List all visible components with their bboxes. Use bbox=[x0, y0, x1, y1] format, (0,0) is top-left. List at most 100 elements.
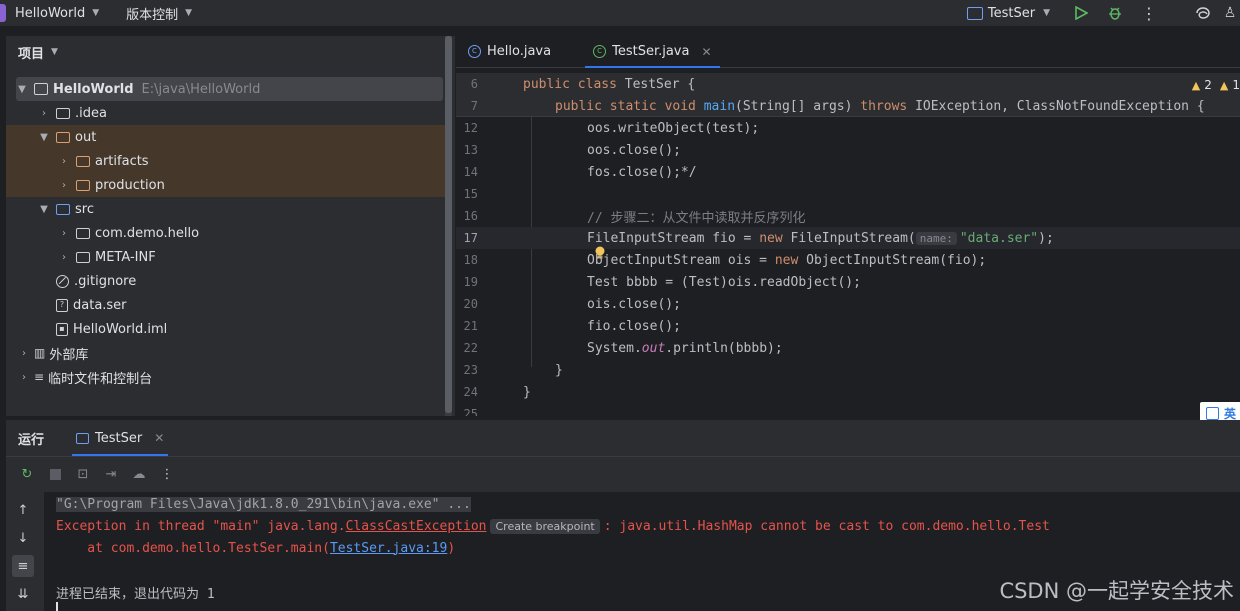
tree-item-scratches[interactable]: › ≡ 临时文件和控制台 bbox=[6, 365, 446, 389]
close-icon[interactable]: ✕ bbox=[701, 45, 711, 59]
tab-label: TestSer.java bbox=[612, 44, 690, 59]
run-button[interactable] bbox=[1064, 6, 1098, 20]
java-runnable-class-icon: C bbox=[593, 45, 607, 58]
run-tab-testser[interactable]: TestSer ✕ bbox=[72, 420, 169, 456]
chevron-down-icon[interactable]: ▼ bbox=[38, 204, 50, 215]
unknown-file-icon: ? bbox=[56, 298, 68, 312]
chevron-right-icon[interactable]: › bbox=[58, 156, 70, 167]
inspection-summary[interactable]: ▲ 2 ▲ 1 bbox=[1192, 78, 1240, 92]
tree-item-package[interactable]: › com.demo.hello bbox=[6, 221, 446, 245]
exit-icon[interactable]: ⇥ bbox=[102, 466, 120, 484]
arrow-down-icon[interactable]: ↓ bbox=[12, 527, 34, 549]
tree-item-label: HelloWorld bbox=[53, 81, 134, 97]
code-text: public static void main(String[] args) t… bbox=[555, 98, 1205, 114]
more-actions-button[interactable]: ⋮ bbox=[1132, 4, 1166, 23]
code-line-current: 17 FileInputStream fio = new FileInputSt… bbox=[456, 227, 1240, 259]
tree-item-helloworld[interactable]: ▼ HelloWorld E:\java\HelloWorld bbox=[16, 77, 443, 101]
scroll-to-end-icon[interactable]: ⇊ bbox=[12, 583, 34, 605]
chevron-right-icon[interactable]: › bbox=[38, 108, 50, 119]
tab-testser-java[interactable]: C TestSer.java ✕ bbox=[579, 36, 725, 68]
code-line: 21 fio.close(); bbox=[456, 315, 1240, 337]
translate-widget-label: 英 bbox=[1224, 406, 1237, 421]
stacktrace-link[interactable]: TestSer.java:19 bbox=[330, 541, 447, 556]
ai-assistant-button[interactable] bbox=[1186, 5, 1220, 21]
chevron-right-icon[interactable]: › bbox=[58, 228, 70, 239]
project-scrollbar[interactable] bbox=[445, 36, 452, 416]
title-bar: HelloWorld ▼ 版本控制 ▼ TestSer ▼ ⋮ ♙ bbox=[0, 0, 1240, 26]
code-comment: // 步骤二：从文件中读取并反序列化 bbox=[587, 210, 806, 226]
run-config-selector[interactable]: TestSer ▼ bbox=[966, 6, 1050, 21]
tree-item-path: E:\java\HelloWorld bbox=[141, 81, 261, 97]
chevron-down-icon[interactable]: ▼ bbox=[16, 84, 28, 95]
arrow-up-icon[interactable]: ↑ bbox=[12, 499, 34, 521]
tree-item-out[interactable]: ▼ out bbox=[6, 125, 446, 149]
lightbulb-icon[interactable] bbox=[531, 231, 605, 259]
project-tool-window: 项目 ▼ ▼ HelloWorld E:\java\HelloWorld › .… bbox=[6, 36, 455, 416]
project-view-selector[interactable]: 项目 ▼ bbox=[6, 36, 455, 68]
tree-item-src[interactable]: ▼ src bbox=[6, 197, 446, 221]
console-cursor bbox=[56, 602, 58, 611]
tree-item-artifacts[interactable]: › artifacts bbox=[6, 149, 446, 173]
editor-tabs: C Hello.java C TestSer.java ✕ bbox=[456, 36, 1240, 68]
chevron-right-icon[interactable]: › bbox=[18, 372, 30, 383]
line-number: 19 bbox=[463, 275, 478, 289]
tree-item-label: data.ser bbox=[73, 297, 127, 313]
tree-item-label: 外部库 bbox=[49, 347, 89, 363]
code-line: 16 // 步骤二：从文件中读取并反序列化 bbox=[456, 205, 1240, 227]
vcs-menu[interactable]: 版本控制 ▼ bbox=[126, 4, 192, 23]
chevron-down-icon: ▼ bbox=[185, 8, 193, 18]
chevron-right-icon[interactable]: › bbox=[18, 348, 30, 359]
project-switcher[interactable]: HelloWorld ▼ bbox=[0, 4, 99, 22]
cloud-icon[interactable]: ☁ bbox=[130, 466, 148, 484]
scrollbar-thumb[interactable] bbox=[445, 36, 452, 413]
more-vertical-icon[interactable]: ⋮ bbox=[158, 466, 176, 484]
edit-check-icon bbox=[1206, 406, 1219, 420]
run-config-icon bbox=[76, 432, 90, 444]
line-number: 24 bbox=[463, 385, 478, 399]
tree-item-label: production bbox=[95, 177, 165, 193]
swirl-icon bbox=[1196, 7, 1210, 19]
rerun-icon[interactable]: ↻ bbox=[18, 466, 36, 484]
vcs-menu-label: 版本控制 bbox=[126, 7, 179, 23]
close-icon[interactable]: ✕ bbox=[154, 431, 164, 445]
tree-item-production[interactable]: › production bbox=[6, 173, 446, 197]
create-breakpoint-button[interactable]: Create breakpoint bbox=[490, 518, 600, 534]
code-text: } bbox=[523, 384, 531, 400]
code-text: FileInputStream fio = new FileInputStrea… bbox=[587, 230, 1054, 246]
tree-item-meta-inf[interactable]: › META-INF bbox=[6, 245, 446, 269]
scratch-icon: ≡ bbox=[34, 370, 45, 384]
chevron-right-icon[interactable]: › bbox=[58, 252, 70, 263]
console-command[interactable]: "G:\Program Files\Java\jdk1.8.0_291\bin\… bbox=[56, 496, 471, 512]
code-line: 22 System.out.println(bbbb); bbox=[456, 337, 1240, 359]
tab-hello-java[interactable]: C Hello.java bbox=[456, 36, 579, 68]
chevron-down-icon: ▼ bbox=[1043, 8, 1050, 18]
code-area[interactable]: 6 public class TestSer { 7 public static… bbox=[456, 69, 1240, 416]
weak-warning-count: 1 bbox=[1232, 78, 1240, 92]
console-output[interactable]: "G:\Program Files\Java\jdk1.8.0_291\bin\… bbox=[44, 492, 1240, 611]
stop-icon[interactable] bbox=[46, 466, 64, 484]
chevron-right-icon[interactable]: › bbox=[58, 180, 70, 191]
tree-item-external-libraries[interactable]: › ▥ 外部库 bbox=[6, 341, 446, 365]
camera-icon[interactable]: ⊡ bbox=[74, 466, 92, 484]
soft-wrap-icon[interactable]: ≡ bbox=[12, 555, 34, 577]
package-icon bbox=[76, 227, 90, 239]
add-user-button[interactable]: ♙ bbox=[1220, 5, 1240, 21]
line-number: 20 bbox=[463, 297, 478, 311]
tree-item-label: src bbox=[75, 201, 94, 217]
run-icon bbox=[1075, 6, 1088, 20]
code-line: 14 fos.close();*/ bbox=[456, 161, 1240, 183]
code-text: ois.close(); bbox=[587, 296, 681, 312]
console-line: 进程已结束，退出代码为 1 bbox=[56, 581, 215, 603]
folder-icon bbox=[56, 107, 70, 119]
tree-item-idea[interactable]: › .idea bbox=[6, 101, 446, 125]
debug-button[interactable] bbox=[1098, 5, 1132, 21]
chevron-down-icon[interactable]: ▼ bbox=[38, 132, 50, 143]
debug-icon bbox=[1109, 7, 1121, 20]
exception-link[interactable]: ClassCastException bbox=[346, 519, 487, 534]
code-text: oos.close(); bbox=[587, 142, 681, 158]
tree-item-iml[interactable]: ▪ HelloWorld.iml bbox=[6, 317, 446, 341]
tree-item-data-ser[interactable]: ? data.ser bbox=[6, 293, 446, 317]
tree-item-gitignore[interactable]: .gitignore bbox=[6, 269, 446, 293]
code-line: 13 oos.close(); bbox=[456, 139, 1240, 161]
code-text: fio.close(); bbox=[587, 318, 681, 334]
